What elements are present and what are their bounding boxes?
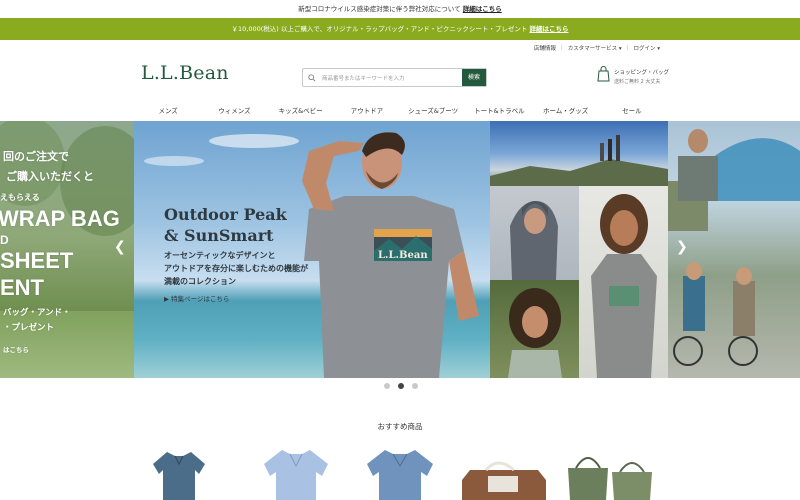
- search-icon: [308, 73, 318, 83]
- shopping-bag[interactable]: ショッピング・バッグ 送料ご無料 2 大丈夫: [597, 66, 669, 86]
- promo-link[interactable]: 詳細はこちら: [529, 25, 568, 33]
- feature-page-link[interactable]: ▶ 特集ページはこちら: [164, 293, 229, 303]
- next-slide[interactable]: [668, 121, 800, 378]
- nav-item-sale[interactable]: セール: [599, 105, 665, 115]
- active-slide[interactable]: L.L.Bean Outdoor Peak & SunSmart オーセンティッ…: [134, 121, 490, 378]
- product-item[interactable]: [562, 446, 658, 500]
- slide-text: バッグ・アンド・: [3, 307, 71, 317]
- hero-description: オーセンティックなデザインと アウトドアを存分に楽しむための機能が 満載のコレク…: [164, 249, 308, 288]
- shirt-logo-text: L.L.Bean: [378, 250, 428, 261]
- camping-cyclists-image: [668, 129, 800, 366]
- separator: |: [560, 45, 563, 51]
- shirt-product-image: [153, 452, 205, 500]
- woman-figure: [591, 194, 657, 378]
- product-item[interactable]: [258, 446, 334, 500]
- carousel-next-button[interactable]: ❯: [676, 239, 688, 255]
- slide-text: D: [0, 233, 9, 247]
- search-input[interactable]: 商品番号またはキーワードを入力: [322, 74, 462, 82]
- hoodie-figure: [510, 201, 558, 280]
- notice-text: 新型コロナウイルス感染症対策に伴う弊社対応について: [298, 5, 461, 13]
- separator: |: [626, 45, 629, 51]
- customer-service-link[interactable]: カスタマーサービス ▾: [568, 44, 622, 52]
- product-item[interactable]: [361, 446, 439, 500]
- slide-text: えもらえる: [0, 193, 40, 202]
- mountain-hikers-image: [490, 121, 668, 186]
- desc-line-1: オーセンティックなデザインと: [164, 251, 276, 260]
- slide-text: 回のご注文で: [3, 151, 69, 163]
- woman-tshirt-model-image: [579, 186, 668, 378]
- search-button[interactable]: 検索: [462, 69, 486, 86]
- notice-link[interactable]: 詳細はこちら: [463, 5, 502, 13]
- bag-label: ショッピング・バッグ: [614, 69, 670, 76]
- nav-item-kids[interactable]: キッズ&ベビー: [268, 105, 334, 115]
- hero-carousel: 回のご注文で ご購入いただくと えもらえる WRAP BAG D SHEET E…: [0, 121, 800, 378]
- slide-text: ご購入いただくと: [6, 171, 94, 183]
- carousel-dot[interactable]: [384, 383, 390, 389]
- nav-item-mens[interactable]: メンズ: [135, 105, 201, 115]
- recommended-title: おすすめ商品: [377, 422, 423, 431]
- slide-text: WRAP BAG: [0, 206, 120, 231]
- search-box: 商品番号またはキーワードを入力 検索: [302, 68, 487, 87]
- headline-line-2: & SunSmart: [164, 226, 274, 245]
- main-nav: メンズ ウィメンズ キッズ&ベビー アウトドア シューズ&ブーツ トート&トラベ…: [135, 105, 665, 115]
- nav-item-shoes[interactable]: シューズ&ブーツ: [400, 105, 466, 115]
- desc-line-2: アウトドアを存分に楽しむための機能が: [164, 264, 308, 273]
- mountain-scene: [490, 135, 668, 186]
- site-logo[interactable]: L.L.Bean: [141, 62, 229, 84]
- bag-status: 送料ご無料 2 大丈夫: [614, 78, 661, 85]
- picnic-bag-product-image: [462, 461, 546, 500]
- tote-bag-product-image: [568, 457, 652, 500]
- headline-line-1: Outdoor Peak: [164, 205, 287, 224]
- slide-text: はこちら: [3, 347, 29, 354]
- hoodie-model-image: [490, 186, 579, 280]
- nav-item-womens[interactable]: ウィメンズ: [201, 105, 267, 115]
- carousel-dot-active[interactable]: [398, 383, 404, 389]
- curly-hair-figure: [508, 288, 562, 378]
- nav-item-outdoor[interactable]: アウトドア: [334, 105, 400, 115]
- slide-text: SHEET: [0, 248, 74, 273]
- promo-bar: ￥10,000(税込) 以上ご購入で、オリジナル・ラップバッグ・アンド・ピクニッ…: [0, 18, 800, 40]
- notice-bar: 新型コロナウイルス感染症対策に伴う弊社対応について 詳細はこちら: [0, 0, 800, 18]
- carousel-indicators: [384, 383, 418, 389]
- carousel-dot[interactable]: [412, 383, 418, 389]
- nav-item-home[interactable]: ホーム・グッズ: [533, 105, 599, 115]
- promo-text: ￥10,000(税込) 以上ご購入で、オリジナル・ラップバッグ・アンド・ピクニッ…: [231, 25, 528, 33]
- store-link[interactable]: 店舗情報: [534, 44, 556, 52]
- nav-item-tote[interactable]: トート&トラベル: [466, 105, 532, 115]
- product-item[interactable]: [458, 446, 550, 500]
- login-link[interactable]: ログイン ▾: [633, 44, 660, 52]
- shirt-product-image: [367, 450, 433, 500]
- utility-nav: 店舗情報 | カスタマーサービス ▾ | ログイン ▾: [534, 44, 660, 52]
- slide-text: ・プレゼント: [3, 322, 55, 332]
- hero-headline: Outdoor Peak & SunSmart: [164, 204, 287, 246]
- carousel-prev-button[interactable]: ❮: [114, 239, 126, 255]
- bag-icon: [597, 66, 610, 86]
- shirt-product-image: [264, 450, 328, 500]
- curly-hair-model-image: [490, 280, 579, 378]
- slide-text: ENT: [0, 275, 44, 300]
- product-item[interactable]: [145, 446, 213, 500]
- desc-line-3: 満載のコレクション: [164, 277, 236, 286]
